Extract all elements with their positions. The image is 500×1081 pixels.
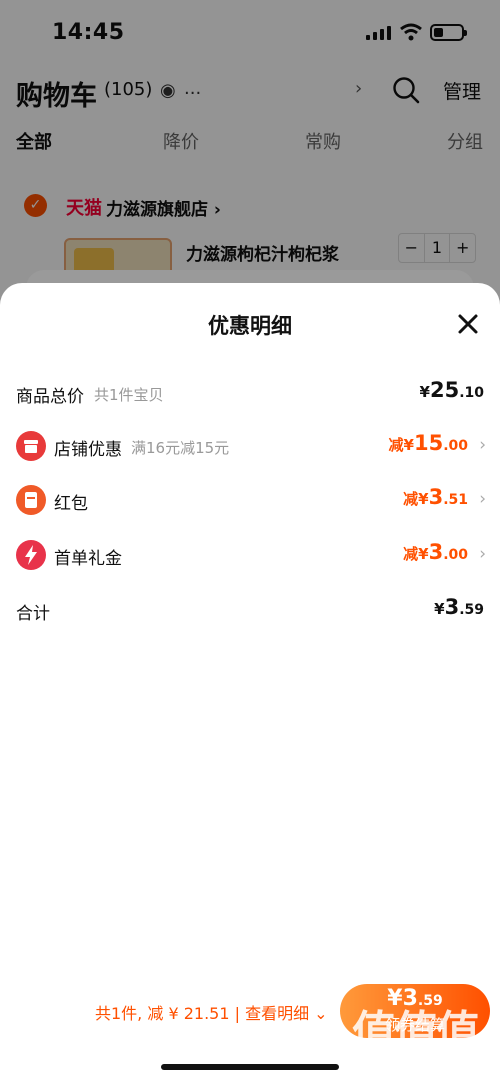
- shop-discount-value: 减¥15.00: [388, 431, 468, 455]
- shop-discount-rule: 满16元减15元: [131, 439, 230, 457]
- lightning-icon: [16, 540, 46, 570]
- goods-count: 共1件宝贝: [94, 386, 164, 404]
- store-icon: [16, 431, 46, 461]
- first-order-value: 减¥3.00: [403, 540, 468, 564]
- chevron-right-icon[interactable]: ›: [479, 489, 486, 509]
- row-first-order-gift[interactable]: 首单礼金 减¥3.00 ›: [0, 535, 500, 575]
- chevron-right-icon[interactable]: ›: [479, 435, 486, 455]
- row-goods-total: 商品总价 共1件宝贝 ¥25.10: [0, 373, 500, 413]
- total-value: ¥3.59: [434, 595, 484, 619]
- discount-detail-sheet: 优惠明细 商品总价 共1件宝贝 ¥25.10 店铺优惠 满16元减15元 减¥1…: [0, 283, 500, 1081]
- red-packet-value: 减¥3.51: [403, 485, 468, 509]
- discount-summary-link[interactable]: 共1件, 减 ¥ 21.51 | 查看明细 ⌄: [95, 1000, 328, 1024]
- goods-total-value: ¥25.10: [419, 378, 484, 402]
- red-packet-icon: [16, 485, 46, 515]
- row-red-packet[interactable]: 红包 减¥3.51 ›: [0, 480, 500, 520]
- watermark-url: zhizhizhi.com: [352, 1052, 474, 1071]
- watermark: 值值值 zhizhizhi.com: [352, 996, 492, 1080]
- total-label: 合计: [16, 604, 50, 624]
- goods-total-label: 商品总价: [16, 387, 84, 407]
- close-icon[interactable]: [456, 312, 480, 336]
- red-packet-label: 红包: [54, 494, 88, 514]
- chevron-down-icon: ⌄: [314, 1004, 328, 1023]
- row-total: 合计 ¥3.59: [0, 590, 500, 630]
- watermark-glyphs: 值值值: [352, 1007, 480, 1058]
- chevron-right-icon[interactable]: ›: [479, 544, 486, 564]
- home-indicator[interactable]: [161, 1064, 339, 1070]
- sheet-title: 优惠明细: [208, 314, 292, 338]
- row-shop-discount[interactable]: 店铺优惠 满16元减15元 减¥15.00 ›: [0, 426, 500, 466]
- shop-discount-label: 店铺优惠: [54, 440, 122, 460]
- first-order-label: 首单礼金: [54, 549, 122, 569]
